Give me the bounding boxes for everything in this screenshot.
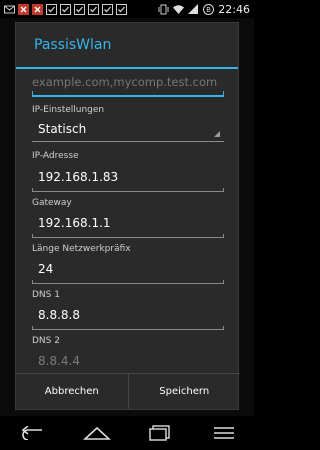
field-underline-tick — [32, 188, 33, 192]
prefix-input[interactable]: 24 — [32, 262, 224, 286]
ip-settings-value: Statisch — [38, 122, 87, 136]
field-underline-tick — [32, 280, 33, 284]
svg-text:B: B — [206, 6, 211, 14]
ip-settings-label: IP-Einstellungen — [32, 105, 105, 115]
recent-apps-icon[interactable] — [147, 425, 175, 441]
battery-icon: B — [203, 3, 215, 15]
field-underline — [32, 283, 224, 284]
wifi-icon — [173, 4, 185, 14]
dialog-button-bar: Abbrechen Speichern — [16, 373, 240, 409]
field-underline-tick — [223, 326, 224, 330]
clock: 22:46 — [218, 2, 250, 16]
vibrate-icon — [158, 4, 169, 14]
field-underline — [32, 237, 224, 238]
field-underline-tick — [223, 91, 224, 97]
bypass-proxy-field[interactable]: example.com,mycomp.test.com — [32, 75, 224, 101]
prefix-value: 24 — [38, 262, 54, 276]
field-underline — [32, 329, 224, 330]
ip-address-label: IP-Adresse — [32, 151, 79, 161]
field-underline — [32, 95, 224, 97]
field-underline-tick — [223, 188, 224, 192]
prefix-label-wrap: Länge Netzwerkpräfix — [32, 244, 224, 258]
dns1-input[interactable]: 8.8.8.8 — [32, 308, 224, 332]
field-underline-tick — [32, 91, 33, 97]
app-x-icon — [18, 3, 29, 15]
field-underline — [32, 141, 224, 142]
status-bar: B 22:46 — [0, 0, 254, 18]
signal-icon — [188, 3, 199, 14]
bypass-proxy-placeholder: example.com,mycomp.test.com — [32, 75, 218, 89]
field-underline-tick — [223, 234, 224, 238]
prefix-label: Länge Netzwerkpräfix — [32, 244, 131, 254]
spinner-arrow-icon — [214, 131, 220, 137]
save-button[interactable]: Speichern — [127, 374, 241, 409]
dialog-content: example.com,mycomp.test.com IP-Einstellu… — [16, 69, 240, 372]
dns1-label: DNS 1 — [32, 290, 60, 300]
check-icon — [74, 3, 85, 15]
menu-icon[interactable] — [212, 426, 236, 440]
dns2-label-wrap: DNS 2 — [32, 336, 224, 350]
gateway-label-wrap: Gateway — [32, 198, 224, 212]
dialog-title: PassisWlan — [34, 37, 112, 53]
check-icon — [102, 3, 113, 15]
gateway-label: Gateway — [32, 198, 72, 208]
field-underline-tick — [32, 234, 33, 238]
ip-settings-spinner[interactable]: Statisch — [32, 122, 224, 144]
field-underline-tick — [32, 326, 33, 330]
ip-address-label-wrap: IP-Adresse — [32, 151, 224, 165]
home-icon[interactable] — [82, 426, 111, 440]
field-underline-tick — [223, 280, 224, 284]
check-icon — [116, 3, 127, 15]
check-icon — [46, 3, 57, 15]
back-icon[interactable] — [18, 426, 46, 440]
dns1-value: 8.8.8.8 — [38, 308, 80, 322]
dns2-value: 8.8.4.4 — [38, 354, 80, 368]
app-x-icon — [32, 3, 43, 15]
gateway-input[interactable]: 192.168.1.1 — [32, 216, 224, 240]
gateway-value: 192.168.1.1 — [38, 216, 111, 230]
cancel-button[interactable]: Abbrechen — [16, 374, 128, 409]
mail-icon — [4, 5, 15, 13]
ip-settings-label-wrap: IP-Einstellungen — [32, 105, 224, 119]
wifi-config-dialog: PassisWlan example.com,mycomp.test.com I… — [15, 22, 240, 410]
check-icon — [60, 3, 71, 15]
dns2-label: DNS 2 — [32, 336, 60, 346]
navigation-bar — [0, 416, 254, 450]
check-icon — [88, 3, 99, 15]
dns2-input[interactable]: 8.8.4.4 — [32, 354, 224, 372]
dns1-label-wrap: DNS 1 — [32, 290, 224, 304]
ip-address-value: 192.168.1.83 — [38, 170, 119, 184]
ip-address-input[interactable]: 192.168.1.83 — [32, 170, 224, 194]
field-underline — [32, 191, 224, 192]
